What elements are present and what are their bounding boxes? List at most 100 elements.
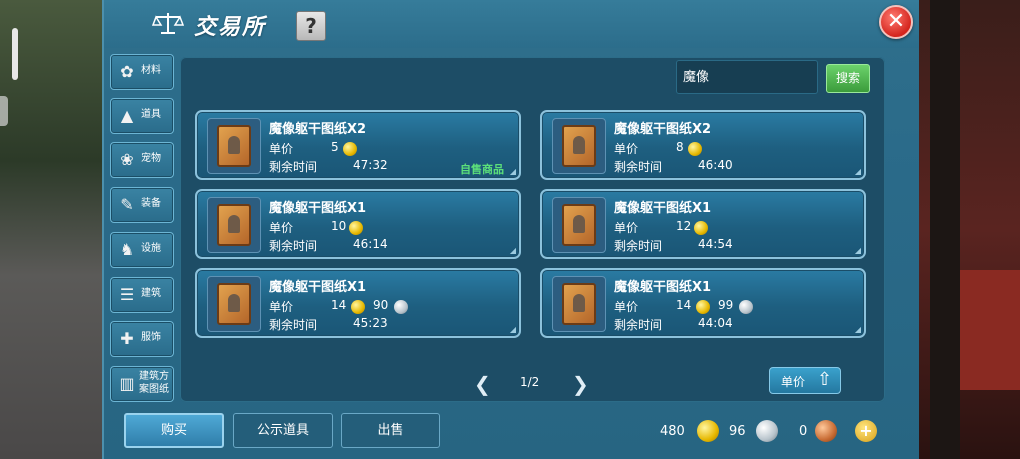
time-left: 46:14 xyxy=(353,237,388,251)
gold-price: 12 xyxy=(676,219,692,233)
gold-coin-icon xyxy=(351,300,365,314)
category-clothing[interactable]: ✚ 服饰 xyxy=(110,321,174,357)
page-title: 交易所 xyxy=(194,15,267,40)
game-scene-right xyxy=(905,0,1020,459)
gold-coin-icon xyxy=(697,420,719,442)
category-equipment[interactable]: ✎ 装备 xyxy=(110,187,174,223)
category-label: 装备 xyxy=(141,198,161,209)
price-label: 单价 xyxy=(269,300,294,314)
silver-coin-icon xyxy=(756,420,778,442)
blueprint-scroll-icon xyxy=(217,204,251,246)
gold-price: 8 xyxy=(676,140,684,154)
gold-price: 10 xyxy=(331,219,347,233)
scales-icon xyxy=(152,13,184,34)
pet-paw-icon: ❀ xyxy=(120,150,134,169)
item-thumbnail xyxy=(207,118,261,174)
corner-mark-icon: ◢ xyxy=(509,167,516,176)
sort-arrow-icon: ⇧ xyxy=(817,369,833,390)
blueprint-scroll-icon xyxy=(562,283,596,325)
price-label: 单价 xyxy=(614,142,639,156)
corner-mark-icon: ◢ xyxy=(854,167,861,176)
item-name: 魔像躯干图纸X2 xyxy=(269,122,367,137)
blueprint-icon: ▥ xyxy=(119,374,135,393)
category-buildings[interactable]: ☰ 建筑 xyxy=(110,277,174,313)
scene-pillar xyxy=(930,0,960,459)
gold-balance: 480 xyxy=(660,424,685,439)
listing-card[interactable]: 魔像躯干图纸X2 单价 5 剩余时间 47:32 自售商品 ◢ xyxy=(195,110,521,180)
blueprint-scroll-icon xyxy=(217,283,251,325)
gold-coin-icon xyxy=(694,221,708,235)
time-label: 剩余时间 xyxy=(614,318,663,332)
building-icon: ☰ xyxy=(119,285,135,304)
search-input[interactable]: 魔像 xyxy=(676,60,818,94)
tab-public-items[interactable]: 公示道具 xyxy=(233,413,333,448)
tab-sell[interactable]: 出售 xyxy=(341,413,440,448)
add-currency-button[interactable]: + xyxy=(855,420,877,442)
listing-card[interactable]: 魔像躯干图纸X1 单价 14 99 剩余时间 44:04 ◢ xyxy=(540,268,866,338)
clothing-icon: ✚ xyxy=(120,329,134,348)
page-indicator: 1/2 xyxy=(520,375,540,389)
prev-page-icon[interactable]: ❮ xyxy=(474,372,491,396)
listing-card[interactable]: 魔像躯干图纸X2 单价 8 剩余时间 46:40 ◢ xyxy=(540,110,866,180)
time-label: 剩余时间 xyxy=(269,318,318,332)
gold-price: 14 xyxy=(331,298,347,312)
title-bar: 交易所 ? xyxy=(104,0,919,48)
category-props[interactable]: ▲ 道具 xyxy=(110,98,174,134)
item-name: 魔像躯干图纸X1 xyxy=(614,201,712,216)
time-label: 剩余时间 xyxy=(614,239,663,253)
price-label: 单价 xyxy=(614,300,639,314)
time-left: 45:23 xyxy=(353,316,388,330)
props-icon: ▲ xyxy=(120,106,134,125)
help-button[interactable]: ? xyxy=(296,11,326,41)
silver-coin-icon xyxy=(394,300,408,314)
corner-mark-icon: ◢ xyxy=(509,325,516,334)
blueprint-scroll-icon xyxy=(217,125,251,167)
listing-card[interactable]: 魔像躯干图纸X1 单价 10 剩余时间 46:14 ◢ xyxy=(195,189,521,259)
self-sale-tag: 自售商品 xyxy=(460,163,504,176)
search-button[interactable]: 搜索 xyxy=(826,64,870,93)
blueprint-scroll-icon xyxy=(562,204,596,246)
category-label: 宠物 xyxy=(141,153,161,164)
category-materials[interactable]: ✿ 材料 xyxy=(110,54,174,90)
category-label: 建筑方案图纸 xyxy=(139,371,169,395)
tab-buy[interactable]: 购买 xyxy=(124,413,224,448)
listing-card[interactable]: 魔像躯干图纸X1 单价 14 90 剩余时间 45:23 ◢ xyxy=(195,268,521,338)
price-label: 单价 xyxy=(614,221,639,235)
item-name: 魔像躯干图纸X2 xyxy=(614,122,712,137)
gold-coin-icon xyxy=(349,221,363,235)
category-label: 设施 xyxy=(141,243,161,254)
next-page-icon[interactable]: ❯ xyxy=(572,372,589,396)
silver-coin-icon xyxy=(739,300,753,314)
time-left: 46:40 xyxy=(698,158,733,172)
category-pets[interactable]: ❀ 宠物 xyxy=(110,142,174,178)
item-thumbnail xyxy=(207,276,261,332)
sort-by-price-button[interactable]: 单价 ⇧ xyxy=(769,367,841,394)
silver-price: 99 xyxy=(718,298,734,312)
category-blueprints[interactable]: ▥ 建筑方案图纸 xyxy=(110,366,174,402)
price-label: 单价 xyxy=(269,221,294,235)
side-tab[interactable] xyxy=(0,96,8,126)
item-thumbnail xyxy=(552,197,606,253)
category-facilities[interactable]: ♞ 设施 xyxy=(110,232,174,268)
category-label: 材料 xyxy=(141,65,161,76)
sort-label: 单价 xyxy=(781,375,806,389)
facility-icon: ♞ xyxy=(119,240,135,259)
bronze-balance: 0 xyxy=(799,424,808,439)
time-left: 44:54 xyxy=(698,237,733,251)
gold-coin-icon xyxy=(696,300,710,314)
blueprint-scroll-icon xyxy=(562,125,596,167)
item-name: 魔像躯干图纸X1 xyxy=(269,280,367,295)
corner-mark-icon: ◢ xyxy=(854,325,861,334)
item-name: 魔像躯干图纸X1 xyxy=(269,201,367,216)
listing-card[interactable]: 魔像躯干图纸X1 单价 12 剩余时间 44:54 ◢ xyxy=(540,189,866,259)
silver-balance: 96 xyxy=(729,424,746,439)
corner-mark-icon: ◢ xyxy=(854,246,861,255)
time-left: 47:32 xyxy=(353,158,388,172)
corner-mark-icon: ◢ xyxy=(509,246,516,255)
side-handle[interactable] xyxy=(12,28,18,80)
gold-price: 5 xyxy=(331,140,339,154)
time-label: 剩余时间 xyxy=(614,160,663,174)
time-label: 剩余时间 xyxy=(269,160,318,174)
item-thumbnail xyxy=(207,197,261,253)
close-button[interactable]: ✕ xyxy=(879,5,913,39)
